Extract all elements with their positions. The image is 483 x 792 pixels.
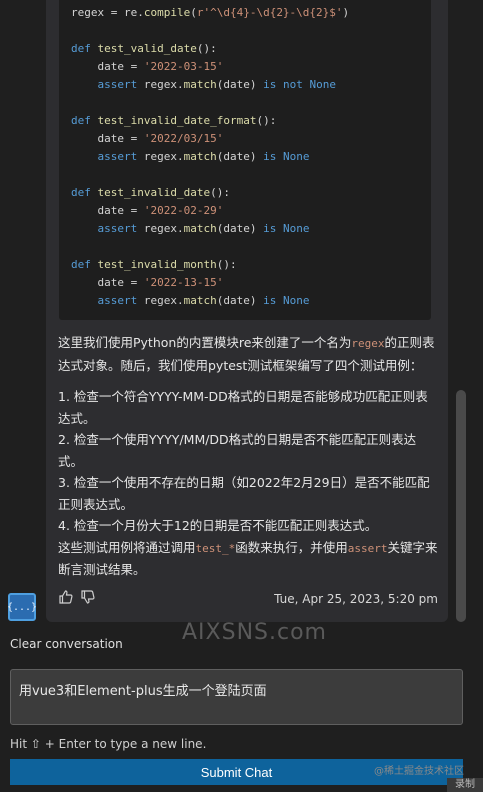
code-line: assert regex.match(date) is None <box>71 292 419 310</box>
scrollbar-thumb[interactable] <box>456 390 466 622</box>
code-token: is None <box>263 294 310 307</box>
code-token: r'^\d{4}-\d{2}-\d{2}$' <box>196 6 343 19</box>
code-token: regex. <box>143 78 184 91</box>
message-footer: Tue, Apr 25, 2023, 5:20 pm <box>58 589 438 611</box>
code-token: (): <box>196 42 217 55</box>
code-token: test_invalid_month <box>97 258 217 271</box>
code-token: is None <box>263 222 310 235</box>
code-token: is None <box>263 150 310 163</box>
assistant-message: regex = re.compile(r'^\d{4}-\d{2}-\d{2}$… <box>46 0 448 622</box>
list-item: 2. 检查一个使用YYYY/MM/DD格式的日期是否不能匹配正则表达式。 <box>58 432 417 469</box>
chat-input[interactable]: 用vue3和Element-plus生成一个登陆页面 <box>10 669 463 725</box>
code-token: assert <box>71 150 144 163</box>
code-token: regex = re. <box>71 6 144 19</box>
code-token: ( <box>190 6 197 19</box>
inline-code-regex: regex <box>351 337 385 350</box>
code-token: (date) <box>216 150 264 163</box>
code-line: date = '2022-03-15' <box>71 58 419 76</box>
list-item: 1. 检查一个符合YYYY-MM-DD格式的日期是否能够成功匹配正则表达式。 <box>58 389 428 426</box>
list-item: 4. 检查一个月份大于12的日期是否不能匹配正则表达式。 <box>58 518 378 533</box>
code-line: assert regex.match(date) is not None <box>71 76 419 94</box>
code-token: def <box>71 186 98 199</box>
list-item: 3. 检查一个使用不存在的日期（如2022年2月29日）是否不能匹配正则表达式。 <box>58 475 430 512</box>
code-token: (): <box>210 186 230 199</box>
code-line: assert regex.match(date) is None <box>71 220 419 238</box>
code-token: test_invalid_date_format <box>97 114 257 127</box>
answer-outro: 这些测试用例将通过调用test_*函数来执行，并使用assert关键字来断言测试… <box>58 539 438 578</box>
chat-scroll-area: regex = re.compile(r'^\d{4}-\d{2}-\d{2}$… <box>0 0 483 622</box>
code-token: '2022-02-29' <box>143 204 224 217</box>
inline-code-test: test_* <box>195 541 236 555</box>
code-line: def test_invalid_date_format(): <box>71 112 419 130</box>
code-token: (date) <box>216 222 264 235</box>
code-token: (): <box>216 258 237 271</box>
inline-code-assert: assert <box>347 541 388 555</box>
code-token: match <box>183 150 217 163</box>
code-token: assert <box>71 222 144 235</box>
code-token: date = <box>71 132 144 145</box>
message-timestamp: Tue, Apr 25, 2023, 5:20 pm <box>274 592 438 606</box>
code-token: assert <box>71 294 144 307</box>
code-line: date = '2022-13-15' <box>71 274 419 292</box>
code-token: ) <box>342 6 350 19</box>
code-token: is not None <box>263 78 336 91</box>
code-token: def <box>71 114 98 127</box>
code-token: (): <box>256 114 277 127</box>
code-token: compile <box>143 6 191 19</box>
code-line: regex = re.compile(r'^\d{4}-\d{2}-\d{2}$… <box>71 4 419 22</box>
code-token: (date) <box>216 78 264 91</box>
code-token: date = <box>71 276 144 289</box>
code-token: regex. <box>143 222 184 235</box>
record-button[interactable]: 录制 <box>447 778 483 792</box>
code-token: (date) <box>216 294 264 307</box>
code-token: test_invalid_date <box>97 186 211 199</box>
watermark: AIXSNS.com <box>182 620 327 645</box>
clear-conversation-link[interactable]: Clear conversation <box>10 637 123 651</box>
code-line: def test_invalid_date(): <box>71 184 419 202</box>
code-token: match <box>183 222 217 235</box>
answer-text: 这里我们使用Python的内置模块re来创建了一个名为regex的正则表达式对象… <box>58 332 438 581</box>
code-token: def <box>71 258 98 271</box>
code-token: date = <box>71 204 144 217</box>
code-token: '2022/03/15' <box>143 132 224 145</box>
code-token: date = <box>71 60 144 73</box>
input-hint: Hit ⇧ + Enter to type a new line. <box>10 737 207 751</box>
code-line: def test_valid_date(): <box>71 40 419 58</box>
code-token: def <box>71 42 98 55</box>
code-line: assert regex.match(date) is None <box>71 148 419 166</box>
juejin-watermark: @稀土掘金技术社区 <box>374 766 464 777</box>
code-token: regex. <box>143 150 184 163</box>
code-line: def test_invalid_month(): <box>71 256 419 274</box>
bot-avatar: {...} <box>6 593 38 621</box>
code-line: date = '2022-02-29' <box>71 202 419 220</box>
thumbs-down-icon[interactable] <box>80 589 98 607</box>
code-block: regex = re.compile(r'^\d{4}-\d{2}-\d{2}$… <box>59 0 431 320</box>
thumbs-up-icon[interactable] <box>58 589 76 607</box>
code-token: match <box>183 78 217 91</box>
answer-list: 1. 检查一个符合YYYY-MM-DD格式的日期是否能够成功匹配正则表达式。 2… <box>58 386 438 581</box>
code-token: assert <box>71 78 144 91</box>
braces-icon: {...} <box>6 601 38 613</box>
code-token: regex. <box>143 294 184 307</box>
code-line: date = '2022/03/15' <box>71 130 419 148</box>
code-token: test_valid_date <box>97 42 197 55</box>
answer-intro: 这里我们使用Python的内置模块re来创建了一个名为regex的正则表达式对象… <box>58 335 435 373</box>
code-token: '2022-13-15' <box>143 276 224 289</box>
code-token: match <box>183 294 217 307</box>
code-token: '2022-03-15' <box>143 60 224 73</box>
